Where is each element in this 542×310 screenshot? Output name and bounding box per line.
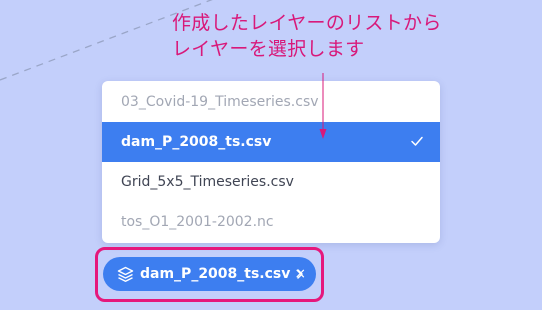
annotation-line-2: レイヤーを選択します — [172, 38, 365, 60]
list-item-layer[interactable]: tos_O1_2001-2002.nc — [102, 202, 440, 242]
list-item-label: 03_Covid-19_Timeseries.csv — [121, 94, 319, 110]
list-item-layer[interactable]: Grid_5x5_Timeseries.csv — [102, 162, 440, 202]
list-item-layer-selected[interactable]: dam_P_2008_ts.csv — [102, 122, 440, 162]
layers-icon — [117, 266, 134, 282]
list-item-label: Grid_5x5_Timeseries.csv — [121, 174, 294, 190]
chevron-right-icon[interactable] — [294, 267, 306, 281]
selected-layer-label: dam_P_2008_ts.csv — [140, 266, 291, 282]
annotation-callout: 作成したレイヤーのリストから レイヤーを選択します — [172, 10, 492, 62]
annotation-line-1: 作成したレイヤーのリストから — [172, 12, 442, 34]
checkmark-icon — [411, 136, 423, 146]
list-item-layer[interactable]: 03_Covid-19_Timeseries.csv — [102, 82, 440, 122]
list-item-label: tos_O1_2001-2002.nc — [121, 214, 274, 230]
layer-dropdown-list: 03_Covid-19_Timeseries.csv dam_P_2008_ts… — [102, 81, 440, 243]
selected-layer-chip[interactable]: dam_P_2008_ts.csv × — [103, 257, 316, 291]
list-item-label: dam_P_2008_ts.csv — [121, 134, 272, 150]
